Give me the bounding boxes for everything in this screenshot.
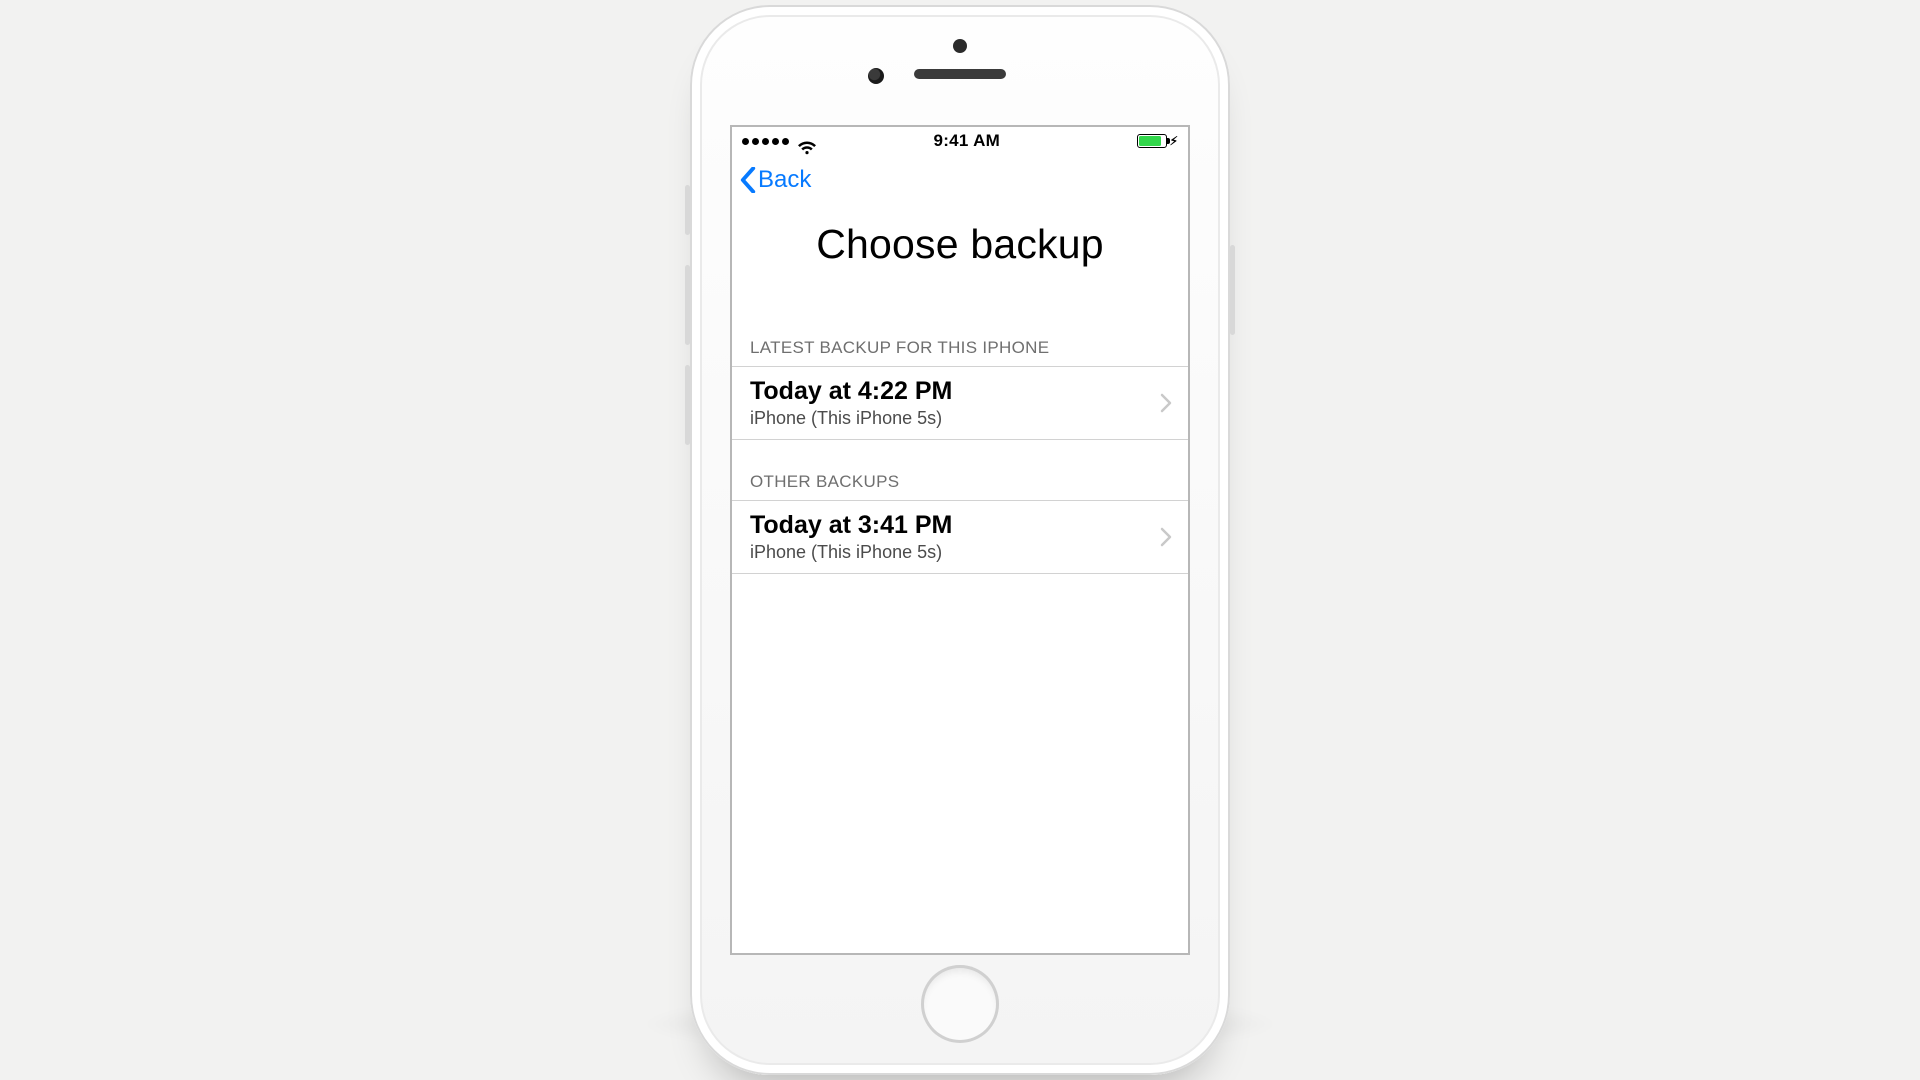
section-header-latest: LATEST BACKUP FOR THIS IPHONE — [732, 338, 1188, 367]
back-label: Back — [758, 166, 811, 194]
backup-row-other[interactable]: Today at 3:41 PM iPhone (This iPhone 5s) — [732, 501, 1188, 574]
chevron-right-icon — [1156, 393, 1176, 413]
chevron-left-icon — [740, 167, 756, 193]
status-time: 9:41 AM — [933, 131, 1000, 151]
page-title: Choose backup — [732, 221, 1188, 268]
back-button[interactable]: Back — [740, 166, 811, 194]
earpiece-speaker — [914, 69, 1006, 79]
mute-switch — [685, 185, 690, 235]
nav-bar: Back — [732, 155, 1188, 205]
front-camera — [868, 68, 884, 84]
volume-up-button — [685, 265, 690, 345]
power-button — [1230, 245, 1235, 335]
backup-row-secondary: iPhone (This iPhone 5s) — [750, 408, 1156, 429]
status-bar: 9:41 AM ⚡︎ — [732, 127, 1188, 155]
backup-row-latest[interactable]: Today at 4:22 PM iPhone (This iPhone 5s) — [732, 367, 1188, 440]
section-header-other: OTHER BACKUPS — [732, 472, 1188, 501]
phone-screen: 9:41 AM ⚡︎ Back — [730, 125, 1190, 955]
backup-row-primary: Today at 3:41 PM — [750, 511, 1156, 540]
home-button[interactable] — [921, 965, 999, 1043]
proximity-sensor — [953, 39, 967, 53]
signal-strength-icon — [742, 138, 789, 145]
backup-row-secondary: iPhone (This iPhone 5s) — [750, 542, 1156, 563]
phone-frame: 9:41 AM ⚡︎ Back — [690, 5, 1230, 1075]
backup-row-primary: Today at 4:22 PM — [750, 377, 1156, 406]
charging-icon: ⚡︎ — [1170, 135, 1178, 147]
volume-down-button — [685, 365, 690, 445]
chevron-right-icon — [1156, 527, 1176, 547]
battery-icon — [1137, 134, 1167, 148]
